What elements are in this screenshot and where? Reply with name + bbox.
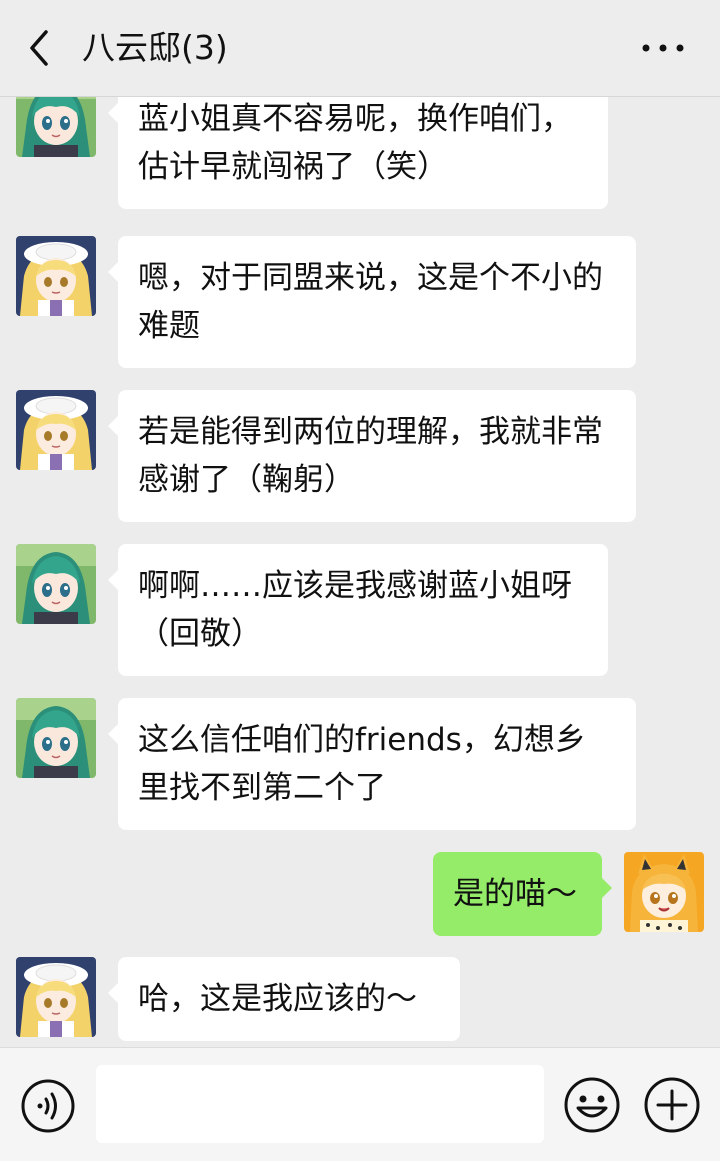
blonde-hat-avatar[interactable] (16, 957, 96, 1037)
green-hair-avatar[interactable] (16, 544, 96, 624)
blonde-hat-avatar[interactable] (16, 390, 96, 470)
chevron-left-icon[interactable] (22, 28, 58, 68)
message-bubble[interactable]: 这么信任咱们的friends，幻想乡里找不到第二个了 (108, 698, 636, 830)
chat-header: 八云邸(3) (0, 0, 720, 97)
more-dots-icon[interactable] (640, 40, 686, 56)
message-bubble[interactable]: 哈，这是我应该的～ (108, 957, 460, 1041)
blonde-hat-avatar[interactable] (16, 236, 96, 316)
message-bubble[interactable]: 啊啊……应该是我感谢蓝小姐呀（回敬） (108, 544, 608, 676)
message-input[interactable] (96, 1065, 544, 1143)
green-hair-avatar[interactable] (16, 698, 96, 778)
message-bubble[interactable]: 嗯，对于同盟来说，这是个不小的难题 (108, 236, 636, 368)
serval-avatar[interactable] (624, 852, 704, 932)
message-bubble-mine[interactable]: 是的喵～ (433, 852, 612, 936)
message-list[interactable]: 蓝小姐真不容易呢，换作咱们，估计早就闯祸了（笑） 嗯，对于同盟来说，这是个不小的… (0, 97, 720, 1047)
message-bubble[interactable]: 若是能得到两位的理解，我就非常感谢了（鞠躬） (108, 390, 636, 522)
chat-title: 八云邸(3) (82, 28, 228, 67)
plus-icon[interactable] (643, 1076, 701, 1134)
message-bubble[interactable]: 蓝小姐真不容易呢，换作咱们，估计早就闯祸了（笑） (108, 97, 608, 209)
emoji-icon[interactable] (563, 1076, 621, 1134)
green-hair-avatar[interactable] (16, 97, 96, 157)
input-bar (0, 1047, 720, 1161)
voice-icon[interactable] (20, 1078, 76, 1134)
